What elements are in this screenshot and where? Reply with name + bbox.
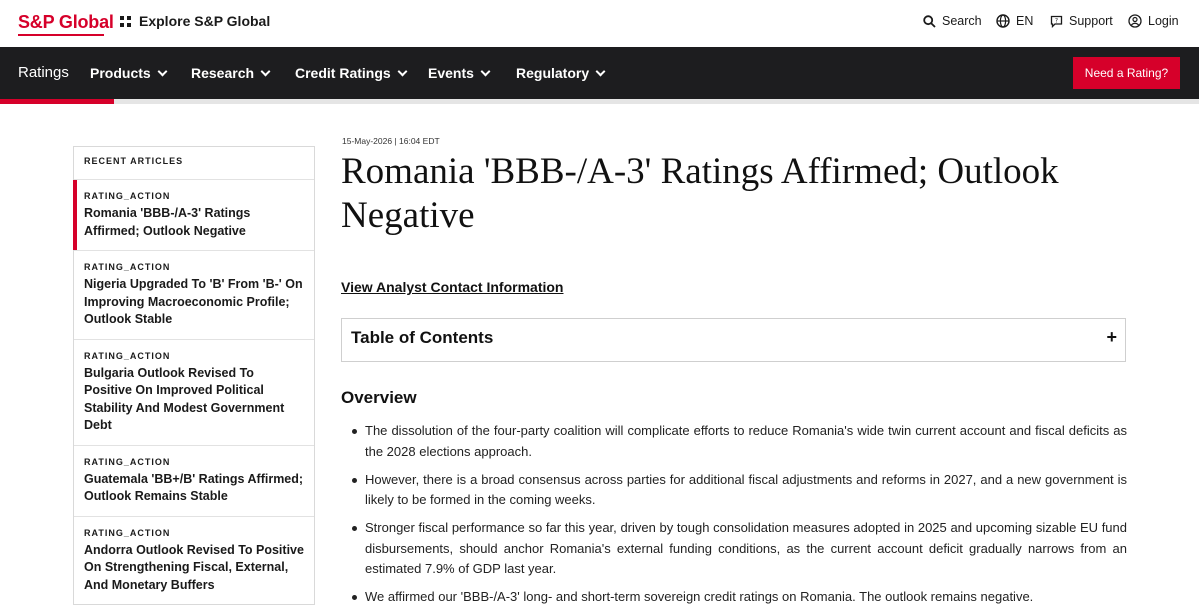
article-tag: RATING_ACTION bbox=[84, 191, 171, 201]
list-item: Stronger fiscal performance so far this … bbox=[341, 518, 1127, 580]
page-title: Romania 'BBB-/A-3' Ratings Affirmed; Out… bbox=[341, 151, 1059, 236]
globe-icon bbox=[996, 14, 1010, 28]
explore-label: Explore S&P Global bbox=[139, 13, 271, 29]
need-a-rating-button[interactable]: Need a Rating? bbox=[1073, 57, 1180, 89]
grid-icon bbox=[120, 15, 131, 27]
reading-progress-fill bbox=[0, 99, 114, 104]
nav-regulatory-label: Regulatory bbox=[516, 65, 590, 81]
nav-credit-ratings[interactable]: Credit Ratings bbox=[295, 65, 408, 81]
analyst-contact-link[interactable]: View Analyst Contact Information bbox=[341, 279, 563, 295]
login-link[interactable]: Login bbox=[1128, 14, 1179, 28]
search-label: Search bbox=[942, 14, 982, 28]
article-tag: RATING_ACTION bbox=[84, 262, 171, 272]
login-label: Login bbox=[1148, 14, 1179, 28]
list-item: The dissolution of the four-party coalit… bbox=[341, 421, 1127, 462]
sidebar-article-bulgaria[interactable]: RATING_ACTION Bulgaria Outlook Revised T… bbox=[74, 340, 314, 446]
list-item: However, there is a broad consensus acro… bbox=[341, 470, 1127, 511]
utility-bar: S&P Global Explore S&P Global Search EN … bbox=[0, 0, 1199, 46]
language-label: EN bbox=[1016, 14, 1034, 28]
main-navigation: Ratings Products Research Credit Ratings… bbox=[0, 47, 1199, 99]
toc-label: Table of Contents bbox=[351, 328, 494, 347]
table-of-contents-accordion[interactable]: Table of Contents + bbox=[341, 318, 1126, 362]
article-title: Romania 'BBB-/A-3' Ratings Affirmed; Out… bbox=[84, 206, 251, 238]
article-tag: RATING_ACTION bbox=[84, 456, 171, 467]
user-icon bbox=[1128, 14, 1142, 28]
article-title: Nigeria Upgraded To 'B' From 'B-' On Imp… bbox=[84, 277, 303, 326]
language-selector[interactable]: EN bbox=[996, 14, 1033, 28]
publish-date: 15-May-2026 | 16:04 EDT bbox=[342, 136, 440, 146]
article-tag: RATING_ACTION bbox=[84, 350, 171, 361]
nav-products-label: Products bbox=[90, 65, 151, 81]
explore-menu[interactable]: Explore S&P Global bbox=[120, 13, 270, 29]
article-title: Bulgaria Outlook Revised To Positive On … bbox=[84, 365, 285, 433]
article-title: Andorra Outlook Revised To Positive On S… bbox=[84, 542, 304, 592]
chevron-down-icon bbox=[397, 66, 408, 76]
sp-global-logo[interactable]: S&P Global bbox=[18, 12, 114, 33]
sidebar-article-romania[interactable]: RATING_ACTION Romania 'BBB-/A-3' Ratings… bbox=[73, 180, 314, 251]
search-icon bbox=[923, 14, 936, 28]
support-link[interactable]: ? Support bbox=[1050, 14, 1113, 28]
nav-research-label: Research bbox=[191, 65, 255, 81]
search-button[interactable]: Search bbox=[923, 14, 982, 28]
nav-products[interactable]: Products bbox=[90, 65, 168, 81]
nav-regulatory[interactable]: Regulatory bbox=[516, 65, 606, 81]
sidebar-article-andorra[interactable]: RATING_ACTION Andorra Outlook Revised To… bbox=[74, 517, 314, 605]
logo-underline bbox=[18, 34, 104, 36]
nav-events[interactable]: Events bbox=[428, 65, 491, 81]
list-item: We affirmed our 'BBB-/A-3' long- and sho… bbox=[341, 587, 1127, 608]
svg-text:?: ? bbox=[1055, 17, 1058, 24]
sidebar-article-nigeria[interactable]: RATING_ACTION Nigeria Upgraded To 'B' Fr… bbox=[74, 251, 314, 340]
chevron-down-icon bbox=[480, 66, 491, 76]
overview-bullet-list: The dissolution of the four-party coalit… bbox=[341, 421, 1127, 613]
recent-articles-heading: RECENT ARTICLES bbox=[74, 147, 314, 180]
overview-heading: Overview bbox=[341, 388, 417, 407]
chevron-down-icon bbox=[260, 66, 271, 76]
recent-articles-sidebar: RECENT ARTICLES RATING_ACTION Romania 'B… bbox=[73, 146, 315, 605]
sidebar-article-guatemala[interactable]: RATING_ACTION Guatemala 'BB+/B' Ratings … bbox=[74, 446, 314, 517]
article-tag: RATING_ACTION bbox=[84, 527, 171, 538]
nav-ratings-home[interactable]: Ratings bbox=[18, 64, 69, 81]
support-label: Support bbox=[1069, 14, 1113, 28]
nav-credit-ratings-label: Credit Ratings bbox=[295, 65, 391, 81]
chevron-down-icon bbox=[157, 66, 168, 76]
support-chat-icon: ? bbox=[1050, 15, 1063, 28]
nav-research[interactable]: Research bbox=[191, 65, 271, 81]
nav-events-label: Events bbox=[428, 65, 474, 81]
article-title: Guatemala 'BB+/B' Ratings Affirmed; Outl… bbox=[84, 471, 304, 504]
chevron-down-icon bbox=[595, 66, 606, 76]
plus-icon[interactable]: + bbox=[1106, 327, 1117, 348]
reading-progress-bar bbox=[0, 99, 1199, 104]
